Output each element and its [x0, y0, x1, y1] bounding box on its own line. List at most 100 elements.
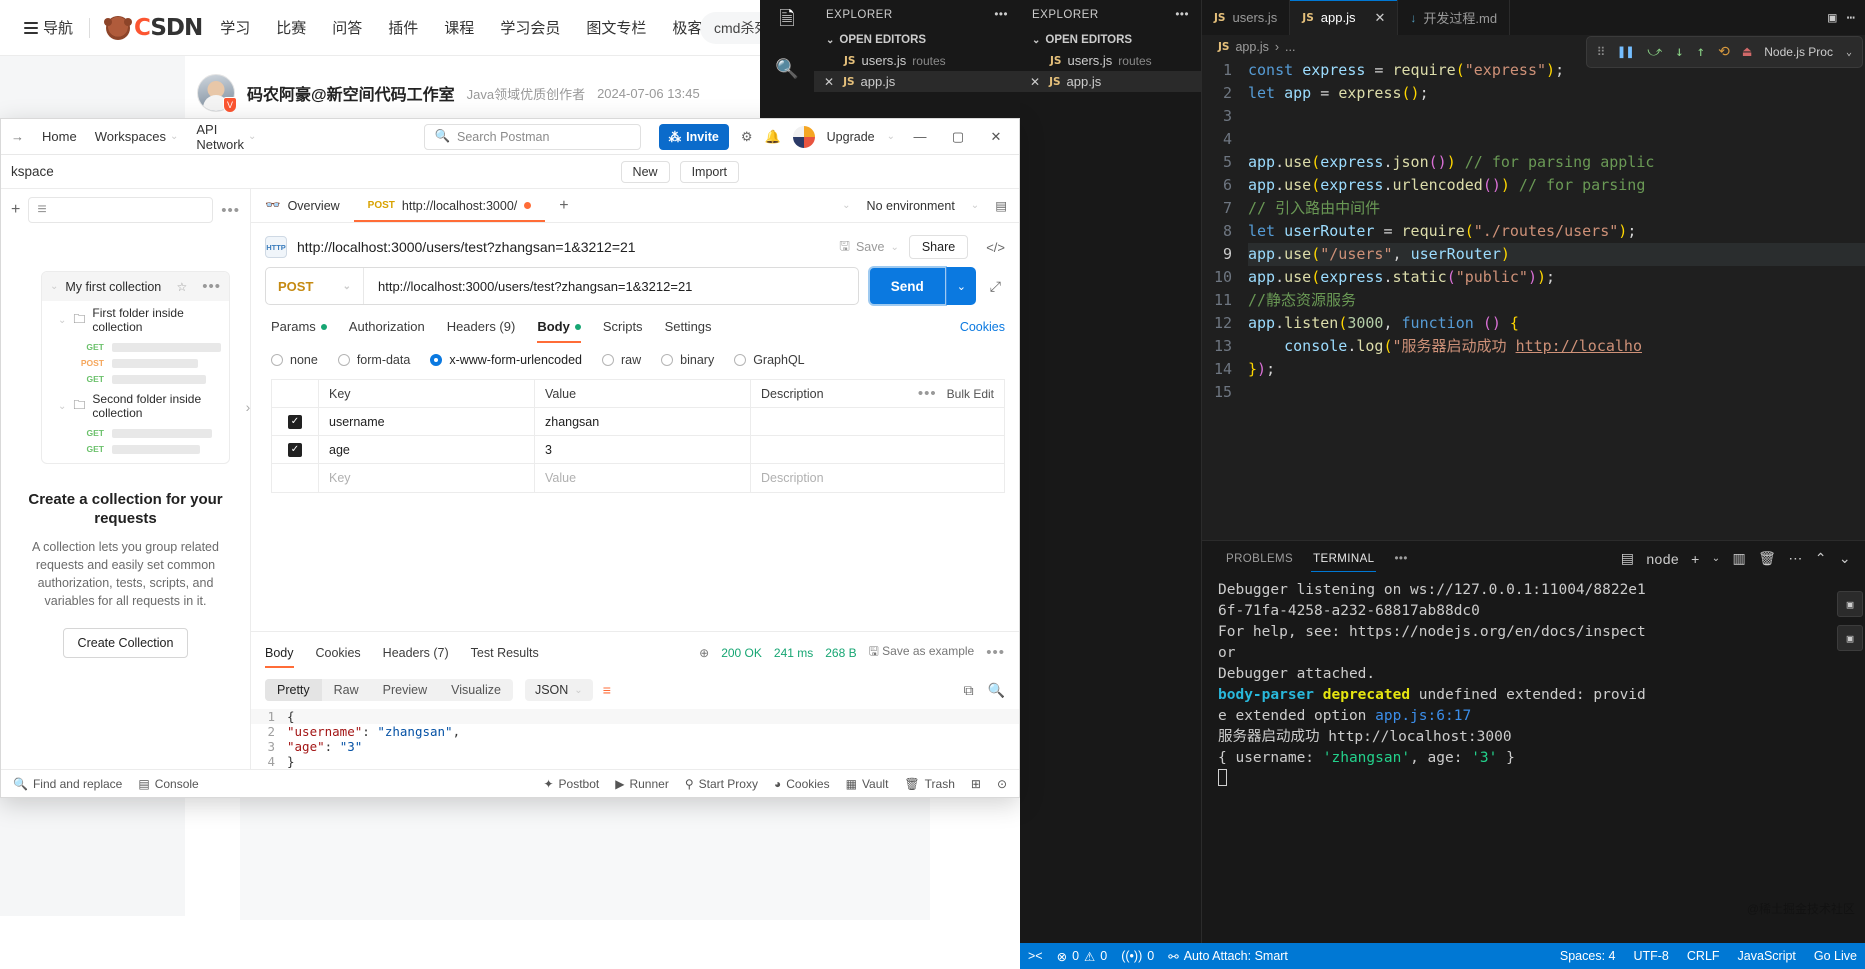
response-tab-headers[interactable]: Headers (7): [383, 646, 449, 668]
environment-selector[interactable]: No environment: [867, 199, 955, 213]
add-new-icon[interactable]: +: [11, 201, 20, 219]
open-editor-item-app-overlay[interactable]: ✕ JS app.js: [814, 71, 1020, 92]
code-line[interactable]: 12 app.listen(3000, function () {: [1202, 312, 1865, 335]
tab-problems[interactable]: PROBLEMS: [1216, 541, 1303, 576]
invite-button[interactable]: ⁂ Invite: [658, 123, 729, 150]
view-mode-raw[interactable]: Raw: [322, 679, 371, 701]
start-proxy-button[interactable]: ⚲ Start Proxy: [685, 777, 758, 791]
collection-header[interactable]: ⌄ My first collection ☆ •••: [42, 272, 229, 301]
csdn-menu-item-6[interactable]: 图文专栏: [586, 17, 646, 38]
wrap-lines-icon[interactable]: ≡: [603, 682, 611, 698]
upgrade-button[interactable]: Upgrade: [827, 130, 875, 144]
cookies-link[interactable]: Cookies: [960, 320, 1005, 343]
open-editor-item-app[interactable]: ✕ JS app.js: [1020, 71, 1201, 92]
row-description[interactable]: [750, 408, 1004, 435]
code-line[interactable]: 9 app.use("/users", userRouter): [1202, 243, 1865, 266]
runner-button[interactable]: ▶ Runner: [615, 777, 669, 791]
code-line[interactable]: 2 let app = express();: [1202, 82, 1865, 105]
search-icon[interactable]: 🔍: [772, 54, 802, 84]
close-icon[interactable]: ✕: [824, 75, 834, 89]
save-button[interactable]: 🖫 Save ⌄: [839, 237, 899, 258]
tab-authorization[interactable]: Authorization: [349, 319, 425, 343]
response-more-icon[interactable]: •••: [986, 644, 1005, 661]
collection-more-icon[interactable]: •••: [202, 278, 221, 295]
step-over-icon[interactable]: ⤻: [1647, 44, 1662, 60]
breadcrumb-file[interactable]: app.js: [1235, 40, 1268, 54]
status-auto-attach[interactable]: ⚯ Auto Attach: Smart: [1168, 949, 1288, 964]
terminal-output[interactable]: Debugger listening on ws://127.0.0.1:110…: [1202, 576, 1865, 790]
more-icon[interactable]: ⋯: [1788, 550, 1802, 567]
code-line[interactable]: 14});: [1202, 358, 1865, 381]
editor-tab-app[interactable]: JS app.js ✕: [1290, 0, 1399, 35]
code-editor[interactable]: 1 const express = require("express"); 2 let…: [1202, 59, 1865, 534]
code-line[interactable]: 10 app.use(express.static("public"));: [1202, 266, 1865, 289]
debug-session-name[interactable]: Node.js Proc: [1764, 45, 1833, 59]
close-icon[interactable]: ✕: [1030, 75, 1040, 89]
row-value[interactable]: 3: [534, 436, 750, 463]
row-checkbox[interactable]: ✓: [272, 414, 318, 429]
chevron-down-icon[interactable]: ⌄: [971, 200, 979, 211]
code-line[interactable]: 3: [1202, 105, 1865, 128]
open-editor-item-users[interactable]: JS users.js routes: [1020, 50, 1201, 71]
help-icon[interactable]: ⊙: [997, 777, 1007, 791]
csdn-logo[interactable]: CSDN: [104, 15, 203, 41]
radio-binary[interactable]: binary: [661, 353, 714, 367]
search-icon[interactable]: 🔍: [988, 682, 1005, 699]
chevron-down-icon[interactable]: ⌄: [1846, 47, 1852, 58]
view-mode-preview[interactable]: Preview: [371, 679, 439, 701]
response-tab-body[interactable]: Body: [265, 646, 294, 668]
drag-handle-icon[interactable]: ⠿: [1597, 45, 1606, 59]
open-editors-header-overlay[interactable]: ⌄ OPEN EDITORS: [814, 27, 1020, 50]
status-errors[interactable]: ⊗ 0 ⚠ 0: [1057, 949, 1108, 964]
more-actions-icon[interactable]: •••: [994, 9, 1008, 21]
cookies-button[interactable]: ◕ Cookies: [774, 777, 830, 791]
send-button[interactable]: Send: [867, 266, 947, 306]
code-line[interactable]: 13 console.log("服务器启动成功 http://localho: [1202, 335, 1865, 358]
code-line[interactable]: 4: [1202, 128, 1865, 151]
radio-graphql[interactable]: GraphQL: [734, 353, 805, 367]
response-tab-test-results[interactable]: Test Results: [471, 646, 539, 668]
code-line[interactable]: 7 // 引入路由中间件: [1202, 197, 1865, 220]
csdn-menu-item-2[interactable]: 问答: [332, 17, 362, 38]
row-key[interactable]: age: [318, 436, 534, 463]
tab-headers[interactable]: Headers (9): [447, 319, 516, 343]
find-and-replace-button[interactable]: 🔍 Find and replace: [13, 777, 122, 791]
radio-form-data[interactable]: form-data: [337, 353, 410, 367]
more-actions-icon[interactable]: •••: [1175, 9, 1189, 21]
chevron-down-icon[interactable]: ⌄: [1839, 550, 1851, 567]
list-item[interactable]: GET: [42, 441, 229, 463]
expand-response-icon[interactable]: ⤢: [986, 267, 1005, 305]
share-button[interactable]: Share: [908, 235, 969, 259]
tab-body[interactable]: Body: [537, 319, 581, 343]
postbot-button[interactable]: ✦ Postbot: [543, 777, 599, 791]
code-snippet-icon[interactable]: </>: [986, 240, 1005, 255]
disconnect-icon[interactable]: ⏏: [1743, 44, 1751, 60]
layout-icon[interactable]: ⊞: [971, 777, 981, 791]
split-terminal-icon[interactable]: ▥: [1732, 550, 1746, 567]
response-tab-cookies[interactable]: Cookies: [316, 646, 361, 668]
table-row-empty[interactable]: Key Value Description: [272, 464, 1004, 492]
step-out-icon[interactable]: ↑: [1697, 44, 1705, 60]
files-icon[interactable]: 🗎: [772, 6, 802, 36]
chevron-down-icon[interactable]: ⌄: [1712, 553, 1721, 564]
table-more-icon[interactable]: •••: [918, 385, 937, 402]
row-checkbox[interactable]: ✓: [272, 442, 318, 457]
star-icon[interactable]: ☆: [176, 280, 187, 294]
csdn-menu-item-1[interactable]: 比赛: [276, 17, 306, 38]
code-line[interactable]: 15: [1202, 381, 1865, 404]
editor-tab-markdown[interactable]: ↓ 开发过程.md: [1398, 0, 1511, 35]
row-key[interactable]: username: [318, 408, 534, 435]
row-value-placeholder[interactable]: Value: [534, 464, 750, 492]
trash-button[interactable]: 🗑 Trash: [904, 777, 954, 791]
more-actions-icon[interactable]: ⋯: [1847, 10, 1855, 26]
step-into-icon[interactable]: ↓: [1675, 44, 1683, 60]
import-button[interactable]: Import: [679, 160, 739, 183]
request-title[interactable]: http://localhost:3000/users/test?zhangsa…: [297, 239, 636, 255]
csdn-menu-item-3[interactable]: 插件: [388, 17, 418, 38]
radio-none[interactable]: none: [271, 353, 318, 367]
tab-overview[interactable]: 👓 Overview: [251, 189, 354, 222]
open-editor-item-users-overlay[interactable]: JS users.js routes: [814, 50, 1020, 71]
pause-icon[interactable]: ❚❚: [1617, 44, 1634, 60]
search-input[interactable]: 🔍 Search Postman: [424, 123, 641, 150]
user-avatar[interactable]: [792, 125, 815, 148]
